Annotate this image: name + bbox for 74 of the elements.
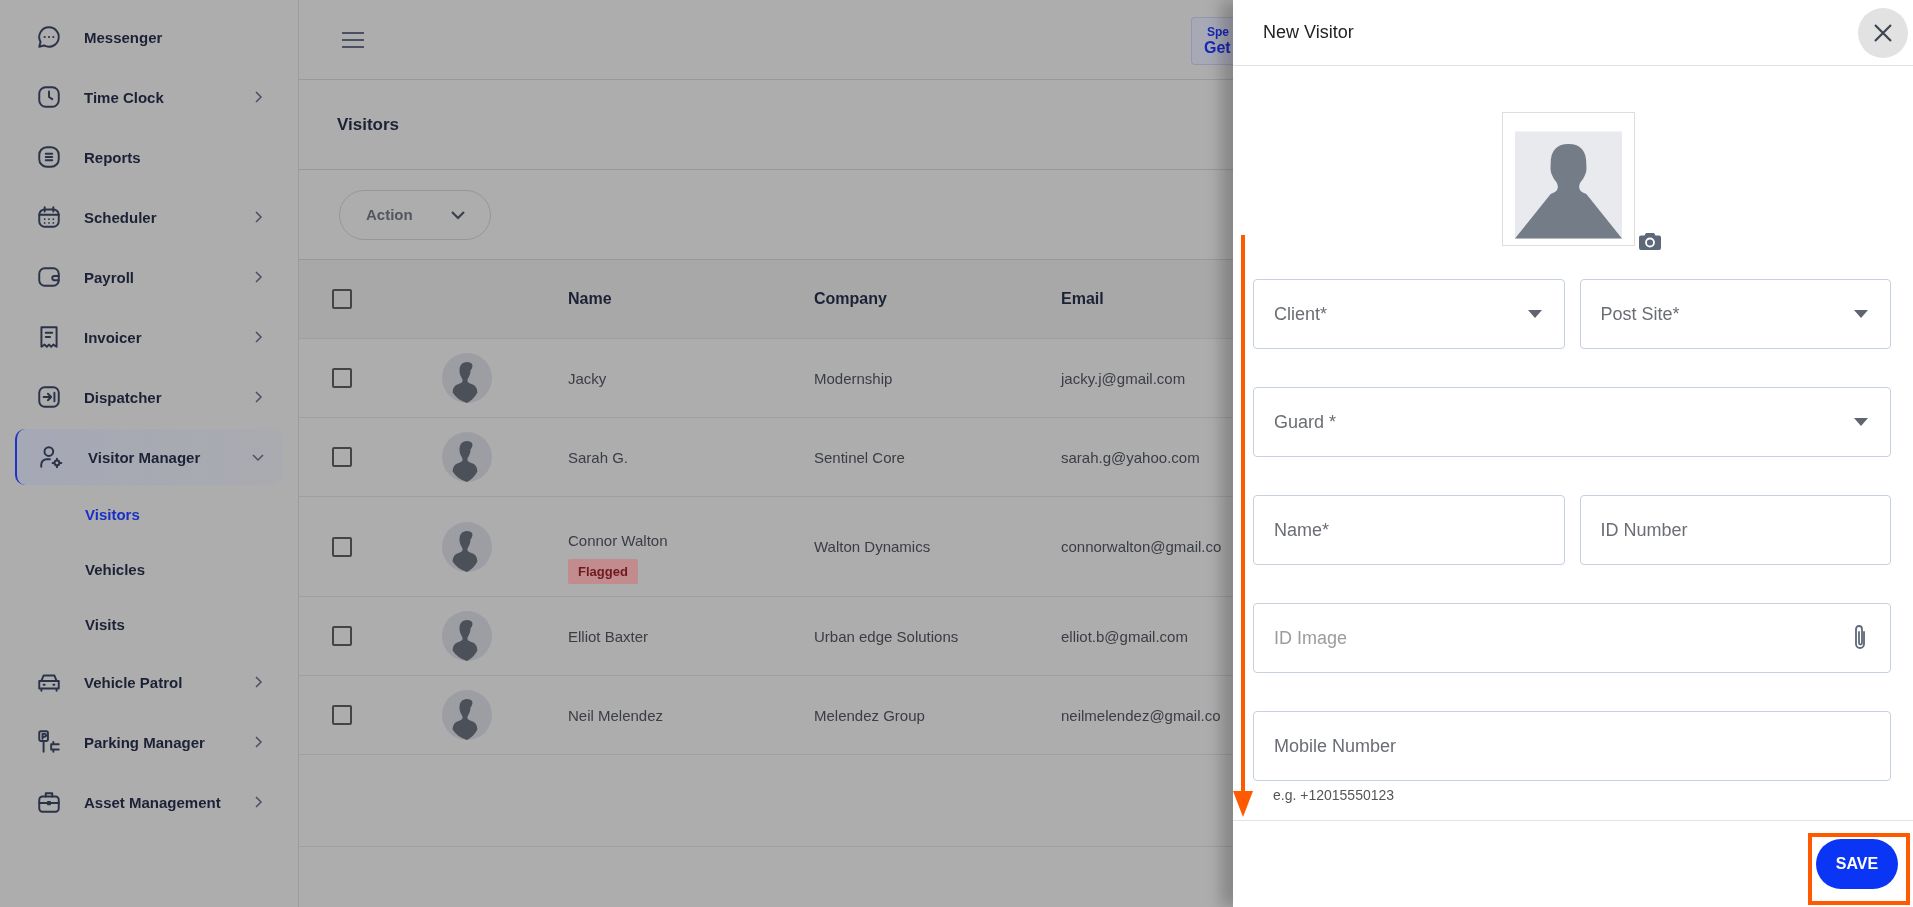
input-field[interactable]: Mobile Number	[1253, 711, 1891, 781]
sidebar-item[interactable]: Vehicle Patrol	[20, 652, 283, 712]
sidebar-subitem[interactable]: Visits	[0, 597, 125, 652]
visitor-name: Sarah G.	[568, 448, 629, 466]
status-tag: Flagged	[568, 558, 638, 584]
sidebar-item[interactable]: Messenger	[20, 7, 283, 67]
company-name: Sentinel Core	[814, 448, 905, 466]
visitor-name: Elliot Baxter	[568, 627, 649, 645]
close-button[interactable]	[1858, 7, 1908, 58]
save-button[interactable]: SAVE	[1816, 839, 1898, 889]
panel-title: New Visitor	[1263, 22, 1354, 43]
parking-sign-icon	[36, 729, 62, 755]
sidebar-item[interactable]: Reports	[20, 127, 283, 187]
select-field[interactable]: Client*	[1253, 279, 1565, 349]
input-field[interactable]: Name*	[1253, 495, 1565, 565]
select-field[interactable]: Post Site*	[1579, 279, 1891, 349]
sidebar-item[interactable]: Visitor Manager	[15, 429, 283, 485]
select-field[interactable]: Guard *	[1253, 387, 1891, 457]
sidebar-item[interactable]: Invoicer	[20, 307, 283, 367]
avatar-icon	[442, 611, 492, 661]
sidebar-subitem[interactable]: Vehicles	[0, 542, 146, 597]
email-address: sarah.g@yahoo.com	[1061, 448, 1200, 466]
visitor-name: Jacky	[568, 369, 607, 387]
menu-icon	[341, 30, 365, 49]
sidebar-subitem[interactable]: Visitors	[0, 487, 140, 542]
camera-button[interactable]	[1639, 232, 1661, 250]
paperclip-icon	[1852, 624, 1868, 652]
chevron-down-icon	[450, 209, 466, 220]
row-checkbox[interactable]	[332, 368, 352, 388]
page-title: Visitors	[337, 114, 400, 135]
company-name: Urban edge Solutions	[814, 627, 959, 645]
email-address: connorwalton@gmail.co	[1061, 538, 1222, 555]
caret-down-icon	[1527, 310, 1542, 318]
caret-down-icon	[1854, 418, 1868, 426]
arrow-in-box-icon	[36, 384, 62, 410]
email-address: jacky.j@gmail.com	[1061, 369, 1186, 387]
row-checkbox[interactable]	[332, 536, 352, 557]
column-header: Name	[568, 290, 612, 308]
user-gear-icon	[38, 444, 64, 470]
email-address: neilmelendez@gmail.co	[1061, 706, 1221, 724]
company-name: Melendez Group	[814, 706, 925, 724]
row-checkbox[interactable]	[332, 705, 352, 725]
sidebar-item[interactable]: Payroll	[20, 247, 283, 307]
visitor-name: Neil Melendez	[568, 706, 664, 724]
avatar-icon	[442, 690, 492, 740]
visitor-name: Connor Walton	[568, 531, 668, 549]
column-header: Email	[1061, 290, 1104, 308]
avatar-icon	[442, 521, 492, 572]
avatar-icon	[442, 353, 492, 403]
sidebar-item[interactable]: Scheduler	[20, 187, 283, 247]
row-checkbox[interactable]	[332, 447, 352, 467]
chat-bubble-icon	[36, 24, 62, 50]
sidebar-item[interactable]: Dispatcher	[20, 367, 283, 427]
column-header: Company	[814, 290, 887, 308]
briefcase-icon	[36, 789, 62, 815]
clock-icon	[36, 84, 62, 110]
select-all-checkbox[interactable]	[332, 289, 352, 309]
promo-button[interactable]: Spe Get	[1191, 16, 1233, 65]
avatar-icon	[442, 432, 492, 482]
calendar-icon	[36, 204, 62, 230]
sidebar-item[interactable]: Asset Management	[20, 772, 283, 832]
company-name: Modernship	[814, 369, 893, 387]
wallet-icon	[36, 264, 62, 290]
email-address: elliot.b@gmail.com	[1061, 627, 1188, 645]
field-hint: e.g. +12015550123	[1272, 786, 1395, 803]
sidebar-item[interactable]: Time Clock	[20, 67, 283, 127]
company-name: Walton Dynamics	[814, 538, 931, 555]
sidebar-item[interactable]: Parking Manager	[20, 712, 283, 772]
caret-down-icon	[1854, 310, 1868, 318]
camera-icon	[1639, 232, 1661, 250]
row-checkbox[interactable]	[332, 626, 352, 646]
close-icon	[1873, 22, 1893, 43]
document-icon	[36, 144, 62, 170]
input-field[interactable]: ID Number	[1579, 495, 1891, 565]
